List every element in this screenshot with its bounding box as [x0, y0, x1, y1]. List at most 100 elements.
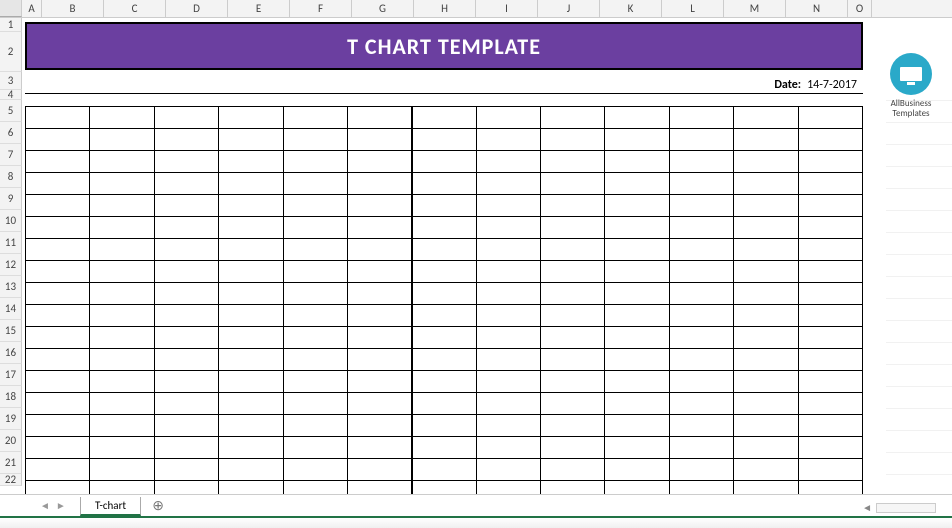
tab-nav-left-icon[interactable]: ◄ [40, 499, 50, 512]
cell[interactable] [605, 393, 669, 415]
cell[interactable] [541, 437, 605, 459]
table-row[interactable] [26, 459, 863, 481]
cell[interactable] [219, 107, 283, 129]
cell[interactable] [26, 129, 90, 151]
cell[interactable] [90, 437, 154, 459]
cell[interactable] [283, 283, 347, 305]
cell[interactable] [669, 195, 733, 217]
cell[interactable] [669, 349, 733, 371]
cell[interactable] [154, 327, 218, 349]
cell[interactable] [798, 217, 863, 239]
cell[interactable] [412, 261, 476, 283]
cell[interactable] [283, 261, 347, 283]
cell[interactable] [283, 371, 347, 393]
cell[interactable] [605, 151, 669, 173]
cell[interactable] [669, 371, 733, 393]
cell[interactable] [283, 239, 347, 261]
scroll-left-icon[interactable]: ◄ [862, 501, 872, 514]
cell[interactable] [219, 195, 283, 217]
cell[interactable] [90, 217, 154, 239]
cell[interactable] [476, 415, 540, 437]
cell[interactable] [798, 437, 863, 459]
cell[interactable] [734, 239, 798, 261]
cell[interactable] [90, 261, 154, 283]
cell[interactable] [734, 283, 798, 305]
cell[interactable] [605, 129, 669, 151]
cell[interactable] [605, 173, 669, 195]
cell[interactable] [347, 283, 411, 305]
cell[interactable] [26, 459, 90, 481]
cell[interactable] [347, 217, 411, 239]
cell[interactable] [90, 305, 154, 327]
row-21[interactable]: 21 [0, 452, 22, 474]
cell[interactable] [476, 195, 540, 217]
row-4[interactable]: 4 [0, 90, 22, 100]
cell[interactable] [90, 151, 154, 173]
cell[interactable] [412, 217, 476, 239]
cell[interactable] [669, 283, 733, 305]
cell[interactable] [476, 393, 540, 415]
col-F[interactable]: F [290, 0, 352, 17]
cell[interactable] [412, 327, 476, 349]
cell[interactable] [26, 107, 90, 129]
horizontal-scroll[interactable]: ◄ [862, 501, 936, 514]
cell[interactable] [219, 239, 283, 261]
cell[interactable] [476, 129, 540, 151]
cell[interactable] [541, 305, 605, 327]
add-sheet-button[interactable]: ⊕ [147, 497, 169, 515]
cell[interactable] [669, 173, 733, 195]
col-E[interactable]: E [228, 0, 290, 17]
table-row[interactable] [26, 415, 863, 437]
cell[interactable] [154, 195, 218, 217]
cell[interactable] [347, 415, 411, 437]
cell[interactable] [605, 437, 669, 459]
cell[interactable] [347, 371, 411, 393]
cell[interactable] [219, 349, 283, 371]
cell[interactable] [412, 459, 476, 481]
cell[interactable] [605, 261, 669, 283]
cell[interactable] [476, 217, 540, 239]
table-row[interactable] [26, 283, 863, 305]
col-L[interactable]: L [662, 0, 724, 17]
cell[interactable] [412, 393, 476, 415]
row-17[interactable]: 17 [0, 364, 22, 386]
cell[interactable] [90, 239, 154, 261]
table-row[interactable] [26, 437, 863, 459]
cell[interactable] [347, 459, 411, 481]
cell[interactable] [541, 261, 605, 283]
cell[interactable] [219, 261, 283, 283]
cell[interactable] [154, 371, 218, 393]
row-14[interactable]: 14 [0, 298, 22, 320]
cell[interactable] [476, 151, 540, 173]
row-13[interactable]: 13 [0, 276, 22, 298]
cell[interactable] [669, 261, 733, 283]
cell[interactable] [798, 151, 863, 173]
cell[interactable] [412, 195, 476, 217]
cell[interactable] [283, 437, 347, 459]
cell[interactable] [154, 459, 218, 481]
cell[interactable] [476, 305, 540, 327]
cell[interactable] [734, 327, 798, 349]
table-row[interactable] [26, 327, 863, 349]
row-12[interactable]: 12 [0, 254, 22, 276]
cell[interactable] [734, 459, 798, 481]
row-11[interactable]: 11 [0, 232, 22, 254]
cell[interactable] [219, 327, 283, 349]
cell[interactable] [26, 239, 90, 261]
cell[interactable] [26, 349, 90, 371]
cell[interactable] [219, 459, 283, 481]
cell[interactable] [798, 415, 863, 437]
cell[interactable] [90, 107, 154, 129]
cell[interactable] [90, 195, 154, 217]
cell[interactable] [412, 151, 476, 173]
sheet-tab-tchart[interactable]: T-chart [80, 497, 141, 516]
row-7[interactable]: 7 [0, 144, 22, 166]
cell[interactable] [90, 129, 154, 151]
cell[interactable] [347, 173, 411, 195]
cell[interactable] [90, 459, 154, 481]
cell[interactable] [347, 107, 411, 129]
cell[interactable] [26, 217, 90, 239]
table-row[interactable] [26, 393, 863, 415]
cell[interactable] [669, 129, 733, 151]
cell[interactable] [541, 349, 605, 371]
